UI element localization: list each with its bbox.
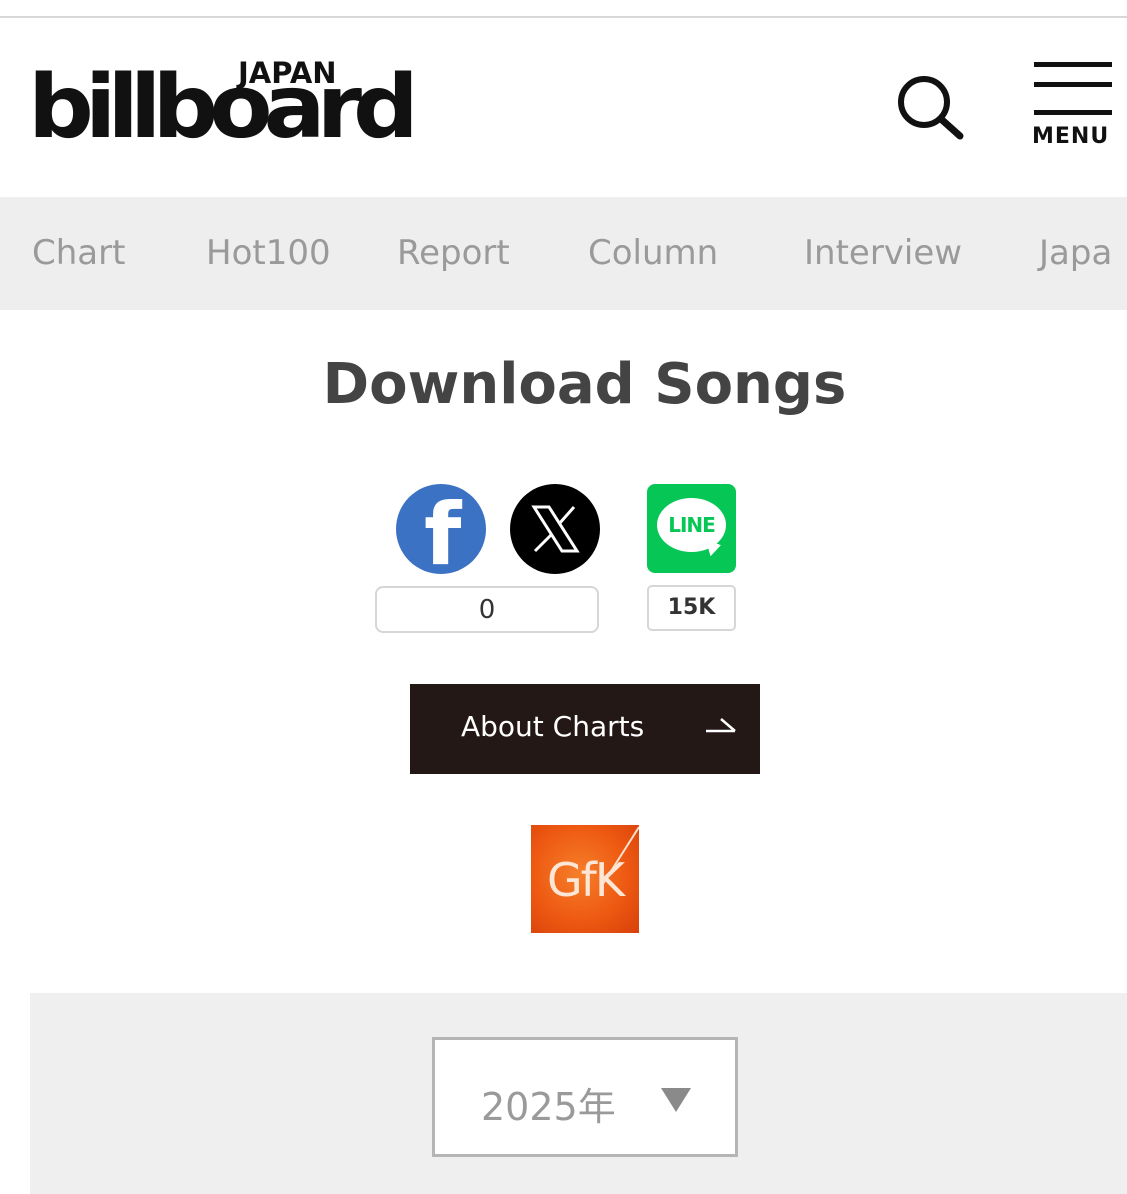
caret-down-icon: [661, 1088, 691, 1112]
nav-item-hot100[interactable]: Hot100: [206, 233, 331, 273]
search-icon: [898, 76, 964, 140]
line-icon-tail: [701, 539, 721, 559]
line-share-count: 15K: [647, 585, 736, 631]
x-icon: [531, 505, 580, 553]
logo-billboard-text: billboard: [28, 56, 419, 159]
hamburger-bar: [1034, 82, 1112, 87]
facebook-share-count: 0: [375, 586, 599, 633]
search-button[interactable]: [894, 74, 968, 144]
line-icon-text: LINE: [668, 513, 716, 537]
nav-item-japan[interactable]: Japa: [1039, 233, 1112, 273]
gfk-logo-text: GfK: [546, 853, 625, 907]
facebook-share-button[interactable]: f: [396, 484, 486, 574]
hamburger-icon: [1034, 62, 1112, 67]
facebook-icon: f: [424, 485, 462, 574]
nav-item-report[interactable]: Report: [397, 233, 510, 273]
about-charts-button[interactable]: About Charts: [410, 684, 760, 774]
nav-item-column[interactable]: Column: [588, 233, 718, 273]
nav-item-interview[interactable]: Interview: [804, 233, 962, 273]
menu-button[interactable]: MENU: [1032, 60, 1114, 156]
year-select[interactable]: 2025年: [432, 1037, 738, 1157]
year-select-value: 2025年: [481, 1085, 616, 1129]
about-charts-label: About Charts: [461, 710, 645, 743]
gfk-logo: GfK: [531, 825, 639, 933]
line-share-button[interactable]: LINE: [647, 484, 736, 573]
site-header: JAPAN billboard MENU: [0, 18, 1127, 197]
page-title: Download Songs: [322, 352, 847, 417]
hamburger-bar: [1034, 110, 1112, 115]
menu-label: MENU: [1032, 124, 1110, 149]
arrow-right-icon: [706, 718, 736, 733]
main-nav: Chart Hot100 Report Column Interview Jap…: [0, 197, 1127, 310]
nav-item-chart[interactable]: Chart: [32, 233, 125, 273]
x-share-button[interactable]: [510, 484, 600, 574]
billboard-japan-logo[interactable]: JAPAN billboard: [28, 56, 442, 159]
